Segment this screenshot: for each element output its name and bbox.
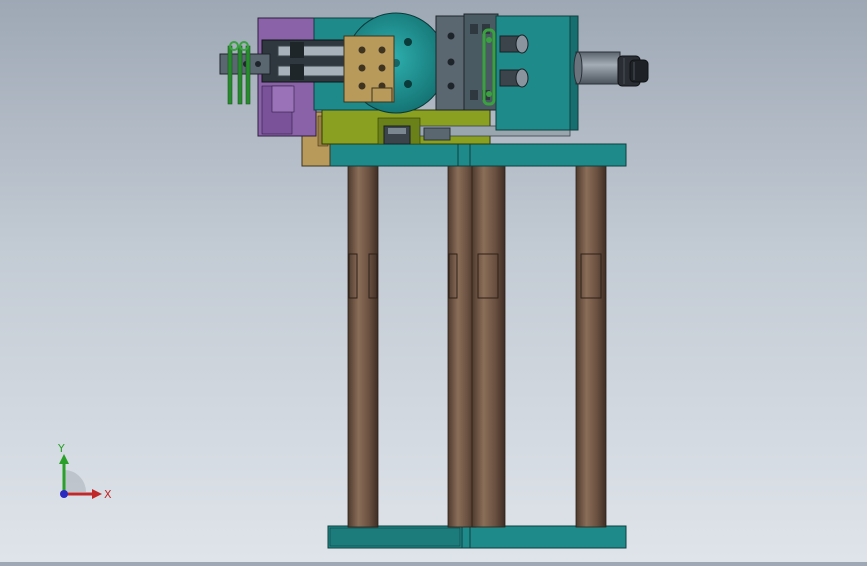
y-axis-head [59, 454, 69, 464]
cad-viewport[interactable]: Y X [0, 0, 867, 562]
tan-small-block[interactable] [371, 87, 393, 103]
gripper-arm[interactable] [261, 39, 349, 83]
support-column-center-right[interactable] [471, 164, 506, 528]
air-cylinder[interactable] [573, 51, 649, 87]
triad-plane-fill [64, 470, 86, 492]
support-column-right[interactable] [575, 164, 607, 528]
fixture-assembly-model[interactable] [0, 0, 867, 562]
z-axis-dot [60, 490, 68, 498]
fitting-upper[interactable] [499, 34, 529, 54]
top-base-plate[interactable] [329, 143, 627, 167]
sensor-block[interactable] [219, 53, 271, 75]
x-axis-head [92, 489, 102, 499]
bottom-base-plate[interactable] [327, 525, 627, 549]
orientation-triad: Y X [57, 442, 112, 501]
x-axis-label: X [104, 488, 112, 501]
fitting-lower[interactable] [499, 68, 529, 88]
y-axis-label: Y [57, 442, 65, 455]
green-sensor-rods[interactable] [227, 41, 251, 105]
support-column-left[interactable] [347, 164, 379, 528]
